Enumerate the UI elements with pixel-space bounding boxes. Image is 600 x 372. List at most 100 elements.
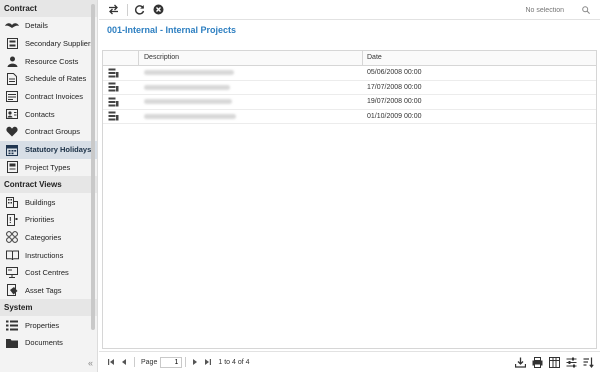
pager-divider	[134, 357, 135, 367]
sidebar-item-documents[interactable]: Documents	[0, 334, 97, 352]
sidebar-item-resource-costs[interactable]: Resource Costs	[0, 52, 97, 70]
table-row[interactable]: 19/07/2008 00:00	[103, 95, 596, 110]
cost-centre-icon	[5, 267, 19, 279]
swap-button[interactable]	[105, 2, 121, 18]
search-box[interactable]	[466, 4, 592, 17]
first-page-icon	[107, 359, 114, 365]
date-cell: 05/06/2008 00:00	[367, 69, 422, 77]
pager-divider	[185, 357, 187, 367]
column-header-date[interactable]: Date	[363, 51, 596, 65]
document-icon	[5, 72, 19, 85]
swap-icon	[108, 4, 118, 15]
sort-button[interactable]	[582, 356, 594, 368]
sidebar-item-label: Documents	[25, 338, 63, 348]
date-cell: 17/07/2008 00:00	[367, 83, 422, 91]
person-icon	[5, 55, 19, 67]
sidebar: Contract Details Secondary Suppliers Res…	[0, 0, 98, 372]
holiday-row-icon	[108, 82, 119, 92]
sidebar-item-contract-groups[interactable]: Contract Groups	[0, 123, 97, 141]
search-input[interactable]	[466, 7, 576, 14]
collapse-sidebar-icon[interactable]: «	[88, 358, 93, 368]
sidebar-item-label: Categories	[25, 232, 62, 242]
description-cell-redacted	[139, 68, 363, 77]
sidebar-scrollbar[interactable]	[91, 4, 95, 330]
page-range-text: 1 to 4 of 4	[218, 358, 250, 366]
columns-button[interactable]	[548, 356, 560, 368]
sidebar-item-label: Asset Tags	[25, 285, 62, 295]
description-cell-redacted	[139, 112, 363, 121]
sidebar-item-categories[interactable]: Categories	[0, 229, 97, 247]
print-button[interactable]	[531, 356, 543, 368]
table-row[interactable]: 01/10/2009 00:00	[103, 110, 596, 124]
holiday-row-icon	[108, 111, 119, 121]
sidebar-item-contacts[interactable]: Contacts	[0, 105, 97, 123]
close-circle-icon	[153, 4, 163, 15]
sidebar-item-contract-invoices[interactable]: Contract Invoices	[0, 88, 97, 106]
table-row[interactable]: 05/06/2008 00:00	[103, 66, 596, 81]
data-grid: Description Date 05/06/2008 00:00 17/07/…	[102, 50, 597, 349]
date-cell: 01/10/2009 00:00	[367, 112, 422, 120]
holiday-row-icon	[108, 68, 119, 78]
next-page-button[interactable]	[189, 357, 200, 368]
page-number-input[interactable]	[160, 356, 183, 368]
printer-icon	[532, 356, 542, 368]
building-icon	[5, 196, 19, 209]
sidebar-item-label: Details	[25, 21, 48, 31]
svg-text:!: !	[9, 216, 12, 225]
contacts-icon	[5, 108, 19, 120]
heart-icon	[5, 126, 19, 138]
refresh-icon	[134, 5, 144, 15]
first-page-button[interactable]	[105, 357, 116, 368]
folder-icon	[5, 337, 19, 349]
chevron-right-icon	[192, 359, 197, 365]
toolbar-divider	[127, 3, 128, 16]
sidebar-item-buildings[interactable]: Buildings	[0, 193, 97, 211]
sidebar-item-label: Contract Invoices	[25, 92, 83, 102]
sidebar-item-priorities[interactable]: ! Priorities	[0, 211, 97, 229]
holiday-row-icon	[108, 97, 119, 107]
priority-icon: !	[5, 213, 19, 226]
mustache-icon	[5, 20, 19, 32]
description-cell-redacted	[139, 83, 363, 92]
grid-header: Description Date	[103, 51, 596, 66]
categories-icon	[5, 231, 19, 244]
instructions-icon	[5, 249, 19, 261]
last-page-button[interactable]	[202, 357, 213, 368]
sidebar-item-details[interactable]: Details	[0, 17, 97, 35]
chevron-left-icon	[121, 359, 126, 365]
sidebar-item-label: Contacts	[25, 109, 55, 119]
sidebar-item-label: Properties	[25, 320, 60, 330]
section-header-contract-views: Contract Views	[0, 176, 97, 194]
list-icon	[5, 319, 19, 331]
column-header-description[interactable]: Description	[139, 51, 363, 65]
sidebar-item-label: Schedule of Rates	[25, 74, 87, 84]
download-icon	[514, 357, 526, 368]
project-icon	[5, 161, 19, 174]
sidebar-item-label: Resource Costs	[25, 56, 79, 66]
sidebar-item-instructions[interactable]: Instructions	[0, 246, 97, 264]
refresh-button[interactable]	[131, 2, 147, 18]
prev-page-button[interactable]	[118, 357, 129, 368]
export-button[interactable]	[514, 356, 526, 368]
sidebar-item-statutory-holidays[interactable]: Statutory Holidays	[0, 140, 97, 159]
grid-header-icon-column	[103, 51, 139, 65]
sidebar-item-secondary-suppliers[interactable]: Secondary Suppliers	[0, 35, 97, 53]
sidebar-item-cost-centres[interactable]: Cost Centres	[0, 264, 97, 282]
sidebar-item-label: Secondary Suppliers	[25, 39, 95, 49]
sidebar-item-label: Buildings	[25, 197, 56, 207]
page-title: 001-Internal - Internal Projects	[107, 25, 237, 35]
app-window: Contract Details Secondary Suppliers Res…	[0, 0, 600, 372]
sidebar-item-asset-tags[interactable]: Asset Tags	[0, 282, 97, 300]
sidebar-item-project-types[interactable]: Project Types	[0, 159, 97, 177]
sidebar-item-label: Priorities	[25, 215, 55, 225]
sidebar-item-properties[interactable]: Properties	[0, 316, 97, 334]
last-page-icon	[204, 359, 211, 365]
invoice-icon	[5, 91, 19, 103]
cancel-button[interactable]	[150, 2, 166, 18]
sidebar-item-label: Instructions	[25, 250, 64, 260]
table-row[interactable]: 17/07/2008 00:00	[103, 81, 596, 95]
sidebar-item-schedule-of-rates[interactable]: Schedule of Rates	[0, 70, 97, 88]
search-icon	[582, 6, 590, 14]
filter-settings-button[interactable]	[565, 356, 577, 368]
sort-icon	[583, 357, 594, 368]
